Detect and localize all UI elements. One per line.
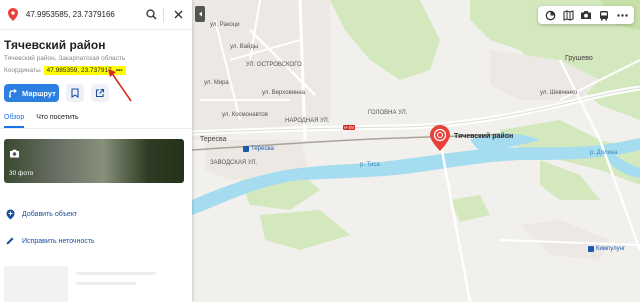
annotation-arrow	[108, 69, 132, 102]
more-options-button[interactable]	[613, 6, 631, 24]
fix-inaccuracy-label: Исправить неточность	[22, 237, 95, 245]
route-icon	[8, 88, 18, 98]
village-label-grushevo: Грушево	[565, 55, 593, 62]
place-subtitle: Тячевский район, Закарпатская область	[4, 55, 126, 62]
loading-placeholder-image	[4, 266, 68, 302]
collapse-sidebar-button[interactable]	[195, 6, 205, 22]
loading-placeholder-line	[76, 272, 156, 275]
search-separator	[163, 7, 165, 22]
layers-icon	[545, 10, 555, 20]
route-button-label: Маршрут	[22, 88, 56, 98]
search-button[interactable]	[143, 7, 159, 23]
photo-count: 30 фото	[9, 170, 34, 177]
station-teresva[interactable]: Тересва	[243, 146, 274, 152]
route-button[interactable]: Маршрут	[4, 84, 59, 102]
edit-pencil-icon	[4, 236, 16, 246]
loading-placeholder-line	[76, 282, 136, 285]
street-label-zavodskaya: ЗАВОДСКАЯ УЛ.	[210, 160, 258, 166]
map-mode-button[interactable]	[559, 6, 577, 24]
map-layer-controls	[538, 6, 634, 24]
coordinates-value: 47.985359, 23.737917	[46, 67, 112, 74]
street-label-vaidy: ул. Вайды	[230, 44, 259, 50]
bookmark-icon	[71, 88, 79, 98]
camera-panorama-icon	[581, 11, 591, 19]
bookmark-button[interactable]	[66, 84, 84, 102]
street-label-verhovinna: ул. Верховинна	[262, 90, 306, 96]
photo-gallery[interactable]: 30 фото	[4, 139, 184, 183]
camera-icon	[9, 145, 20, 163]
add-location-icon	[4, 209, 16, 220]
layers-button[interactable]	[541, 6, 559, 24]
tab-what-to-visit[interactable]: Что посетить	[36, 114, 78, 128]
location-pin-icon	[6, 8, 20, 22]
sidebar: Тячевский район Тячевский район, Закарпа…	[0, 0, 192, 302]
fix-inaccuracy-link[interactable]: Исправить неточность	[0, 236, 95, 246]
bus-icon	[600, 10, 608, 20]
close-icon	[174, 10, 183, 19]
coordinates-label: Координаты	[4, 67, 41, 74]
share-icon	[95, 88, 105, 98]
ellipsis-icon	[616, 13, 628, 17]
map-icon	[562, 9, 574, 21]
search-bar	[0, 0, 192, 30]
panorama-button[interactable]	[577, 6, 595, 24]
chevron-left-icon	[198, 11, 202, 17]
marker-icon	[430, 125, 450, 151]
marker-label[interactable]: Тячевский район	[454, 133, 513, 140]
river-label-tisza: р. Тиса	[360, 162, 380, 168]
river-label-dolyna: р. Долина	[590, 150, 618, 156]
station-kampulug[interactable]: Кимпулунг	[588, 246, 625, 252]
action-bar: Маршрут	[0, 75, 192, 102]
street-label-shevchenko: ул. Шевченко	[540, 90, 578, 96]
search-icon	[146, 9, 157, 20]
street-label-narodnaya: НАРОДНАЯ УЛ.	[285, 118, 330, 124]
tab-bar: Обзор Что посетить	[0, 102, 192, 128]
add-object-link[interactable]: Добавить объект	[0, 209, 77, 220]
tab-divider	[0, 128, 192, 129]
add-object-label: Добавить объект	[22, 211, 78, 218]
street-label-kosmonavtov: ул. Космонавтов	[222, 112, 268, 118]
clear-search-button[interactable]	[170, 7, 186, 23]
tab-overview[interactable]: Обзор	[4, 114, 25, 128]
village-label-teresva: Тересва	[200, 136, 227, 143]
place-title: Тячевский район	[4, 38, 106, 52]
app-window: ул. Вайды УЛ. ОСТРОВСКОГО ул. Ракоци ул.…	[0, 0, 640, 302]
street-label-golovna: ГОЛОВНА УЛ.	[368, 110, 408, 116]
search-input[interactable]	[25, 10, 138, 19]
street-label-ostrovskogo: УЛ. ОСТРОВСКОГО	[246, 62, 302, 68]
road-badge: H-09	[343, 125, 355, 130]
coordinates-row: Координаты 47.985359, 23.737917 •••	[0, 62, 192, 75]
street-label-rakoczi: ул. Ракоци	[210, 22, 240, 28]
transit-button[interactable]	[595, 6, 613, 24]
street-label-mira: ул. Мира	[204, 80, 229, 86]
